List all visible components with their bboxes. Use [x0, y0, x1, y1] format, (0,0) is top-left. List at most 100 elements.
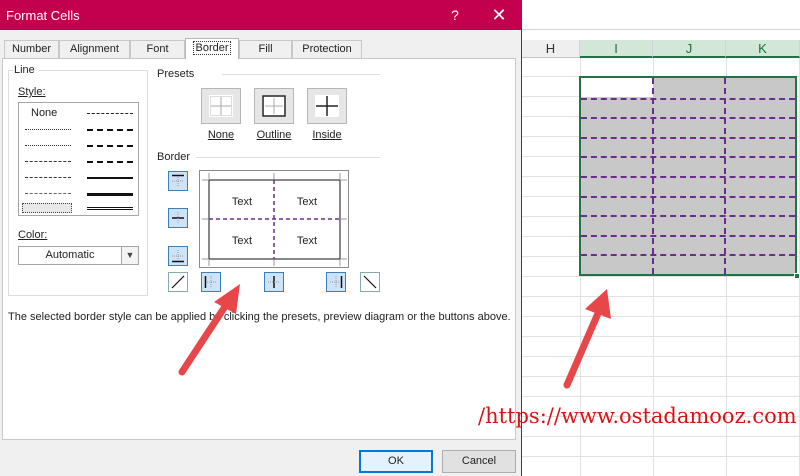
style-none-option[interactable]: None: [31, 107, 57, 119]
line-style-option[interactable]: [87, 193, 133, 196]
presets-separator: [222, 74, 380, 75]
dashed-column-border: [724, 78, 726, 274]
dashed-row-border: [581, 234, 795, 237]
format-cells-dialog: Format Cells ? ✕ Number Alignment Font B…: [0, 0, 522, 476]
border-top-button[interactable]: [168, 171, 188, 191]
tab-label: Border: [193, 41, 231, 55]
line-style-option[interactable]: [25, 129, 71, 130]
preset-inside-label-text: Inside: [312, 129, 342, 141]
watermark-url: /https://www.ostadamooz.com: [478, 404, 797, 428]
column-header-h[interactable]: H: [522, 40, 580, 58]
ok-button[interactable]: OK: [359, 450, 433, 473]
ribbon-strip: [522, 0, 800, 30]
screenshot: H I J K Format Cells ? ✕ Number Alignmen…: [0, 0, 800, 476]
presets-group-label: Presets: [157, 68, 199, 80]
line-style-option[interactable]: [87, 177, 133, 179]
border-diagonal-down-icon: [363, 275, 377, 289]
border-right-icon: [330, 276, 343, 288]
dialog-title: Format Cells: [6, 8, 80, 23]
line-style-option[interactable]: [87, 207, 133, 210]
dashed-row-border: [581, 97, 795, 100]
dashed-row-border: [581, 176, 795, 178]
border-preview[interactable]: Text Text Text Text: [199, 170, 349, 268]
preview-text-top-right: Text: [296, 196, 318, 208]
preview-text-bottom-left: Text: [231, 235, 253, 247]
line-style-option[interactable]: [87, 145, 133, 147]
selected-range[interactable]: [579, 76, 800, 279]
color-label: Color:: [18, 229, 52, 241]
border-right-button[interactable]: [326, 272, 346, 292]
dashed-row-border: [581, 195, 795, 198]
close-button[interactable]: ✕: [484, 3, 514, 27]
tab-font[interactable]: Font: [130, 40, 185, 58]
dashed-row-border: [581, 136, 795, 139]
dashed-column-border: [652, 78, 654, 274]
tab-alignment[interactable]: Alignment: [59, 40, 130, 58]
preview-text-top-left: Text: [231, 196, 253, 208]
column-header-i[interactable]: I: [580, 40, 653, 58]
selected-style-marker: [22, 203, 72, 213]
grid-line: [522, 436, 800, 437]
tab-label: Alignment: [70, 43, 119, 55]
preset-inside-button[interactable]: [307, 88, 347, 124]
border-middle-vertical-button[interactable]: [264, 272, 284, 292]
tab-label: Font: [146, 43, 169, 55]
active-cell[interactable]: [581, 78, 653, 97]
title-bar[interactable]: Format Cells ? ✕: [0, 0, 522, 30]
tab-number[interactable]: Number: [4, 40, 59, 58]
preset-inside-label: Inside: [297, 129, 357, 141]
style-label: Style:: [18, 86, 50, 98]
preset-outline-label-text: Outline: [256, 129, 292, 141]
preview-text-bottom-right: Text: [296, 235, 318, 247]
line-style-option[interactable]: [25, 193, 71, 194]
help-text: The selected border style can be applied…: [8, 311, 511, 323]
annotation-arrow-dialog: [178, 284, 240, 376]
tab-border[interactable]: Border: [185, 38, 239, 59]
preset-outline-label: Outline: [244, 129, 304, 141]
preset-outline-icon: [262, 95, 286, 117]
preset-none-button[interactable]: [201, 88, 241, 124]
line-style-option[interactable]: [25, 161, 71, 162]
color-value: Automatic: [45, 249, 95, 261]
preset-none-label: None: [191, 129, 251, 141]
annotation-arrow-sheet: [563, 289, 611, 389]
line-style-option[interactable]: [87, 129, 133, 131]
column-header-k[interactable]: K: [726, 40, 800, 58]
tab-label: Number: [11, 43, 52, 55]
dashed-row-border: [581, 117, 795, 120]
line-style-list[interactable]: None: [18, 102, 139, 216]
tab-label: Protection: [302, 43, 352, 55]
line-style-option[interactable]: [87, 113, 133, 114]
fill-handle[interactable]: [794, 273, 800, 279]
tab-protection[interactable]: Protection: [292, 40, 362, 58]
preset-outline-button[interactable]: [254, 88, 294, 124]
dashed-row-border: [581, 254, 795, 257]
border-bottom-button[interactable]: [168, 246, 188, 266]
border-middle-vertical-icon: [268, 276, 280, 288]
border-separator: [196, 157, 380, 158]
tab-fill[interactable]: Fill: [239, 40, 292, 58]
preset-inside-icon: [315, 95, 339, 117]
grid-line: [522, 276, 800, 277]
line-style-option[interactable]: [25, 177, 71, 178]
line-style-option[interactable]: [25, 145, 71, 146]
dashed-row-border: [581, 156, 795, 159]
line-style-option[interactable]: [87, 161, 133, 163]
color-dropdown[interactable]: Automatic ▼: [18, 246, 139, 265]
tab-label: Fill: [258, 43, 273, 55]
border-bottom-icon: [172, 250, 184, 263]
preview-lines: [202, 173, 347, 266]
border-middle-horizontal-icon: [172, 212, 184, 224]
preset-none-label-text: None: [207, 129, 235, 141]
help-button[interactable]: ?: [440, 3, 470, 27]
grid-line: [522, 456, 800, 457]
cancel-button[interactable]: Cancel: [442, 450, 516, 473]
grid-line: [522, 396, 800, 397]
border-diagonal-down-button[interactable]: [360, 272, 380, 292]
column-header-j[interactable]: J: [653, 40, 726, 58]
border-group-label: Border: [157, 151, 195, 163]
chevron-down-icon[interactable]: ▼: [121, 247, 138, 264]
preset-none-icon: [209, 95, 233, 117]
border-middle-horizontal-button[interactable]: [168, 208, 188, 228]
border-top-icon: [172, 174, 184, 187]
